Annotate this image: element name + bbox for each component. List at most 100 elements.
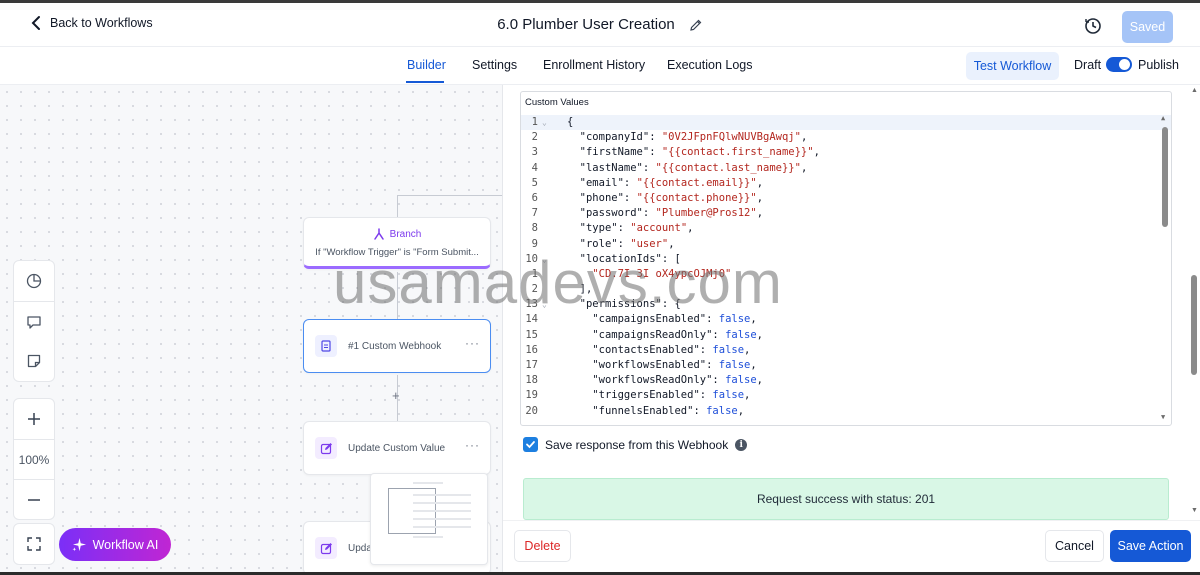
comment-tool[interactable] bbox=[14, 301, 54, 341]
scroll-up-icon[interactable]: ▲ bbox=[1191, 87, 1198, 94]
custom-values-label: Custom Values bbox=[525, 97, 589, 108]
code-line: 6 "phone": "{{contact.phone}}", bbox=[521, 191, 1171, 206]
publish-toggle[interactable] bbox=[1106, 57, 1132, 72]
code-key: "funnelsEnabled" bbox=[592, 404, 694, 417]
save-response-checkbox[interactable] bbox=[523, 437, 538, 452]
code-token: { bbox=[674, 298, 681, 311]
more-options-icon[interactable]: ··· bbox=[465, 336, 480, 350]
timeline-tool[interactable] bbox=[14, 261, 54, 301]
scroll-down-icon[interactable]: ▼ bbox=[1161, 413, 1165, 421]
save-action-button[interactable]: Save Action bbox=[1110, 530, 1191, 562]
code-line: 16 "contactsEnabled": false, bbox=[521, 343, 1171, 358]
info-icon[interactable]: i bbox=[735, 438, 748, 451]
code-token: [ bbox=[674, 252, 681, 265]
update-custom-value-node[interactable]: Update Custom Value ··· bbox=[303, 421, 491, 475]
action-panel: Custom Values 1 ⌄ { 2 "companyId": "0V2JFp… bbox=[502, 85, 1200, 572]
sticky-note-tool[interactable] bbox=[14, 341, 54, 381]
code-boolean: false bbox=[725, 374, 757, 387]
node-label: Upda bbox=[348, 543, 372, 554]
branch-icon bbox=[373, 228, 384, 240]
active-tab-indicator bbox=[406, 81, 444, 83]
editor-scrollbar[interactable]: ▲ ▼ bbox=[1160, 115, 1170, 425]
line-number: 19 bbox=[525, 389, 538, 402]
edit-icon bbox=[315, 437, 337, 459]
zoom-level: 100% bbox=[14, 439, 54, 479]
custom-values-field[interactable]: Custom Values 1 ⌄ { 2 "companyId": "0V2JFp… bbox=[520, 91, 1172, 426]
code-string: "{{contact.first_name}}" bbox=[661, 146, 814, 159]
scroll-down-icon[interactable]: ▼ bbox=[1191, 507, 1198, 514]
minimap[interactable] bbox=[370, 473, 488, 565]
cancel-button[interactable]: Cancel bbox=[1045, 530, 1104, 562]
save-response-option[interactable]: Save response from this Webhook i bbox=[523, 437, 748, 452]
code-string: "0V2JFpnFQlwNUVBgAwqj" bbox=[661, 131, 801, 144]
tab-execution-logs[interactable]: Execution Logs bbox=[667, 58, 752, 72]
workflow-ai-button[interactable]: Workflow AI bbox=[59, 528, 171, 561]
code-key: "companyId" bbox=[579, 131, 650, 144]
line-number: 3 bbox=[531, 146, 538, 159]
zoom-out-button[interactable] bbox=[14, 479, 54, 519]
zoom-controls: 100% bbox=[13, 398, 55, 520]
editor-scroll-thumb[interactable] bbox=[1162, 127, 1168, 227]
code-line: 8 "type": "account", bbox=[521, 221, 1171, 236]
test-workflow-button[interactable]: Test Workflow bbox=[966, 52, 1059, 80]
panel-scrollbar[interactable]: ▲ ▼ bbox=[1188, 85, 1200, 520]
line-number: 16 bbox=[525, 343, 538, 356]
branch-node[interactable]: Branch If "Workflow Trigger" is "Form Su… bbox=[303, 217, 491, 269]
code-line: 4 "lastName": "{{contact.last_name}}", bbox=[521, 161, 1171, 176]
pencil-icon[interactable] bbox=[689, 18, 703, 32]
pie-chart-icon bbox=[26, 273, 42, 289]
save-response-label: Save response from this Webhook bbox=[545, 437, 729, 452]
code-key: "permissions" bbox=[579, 298, 662, 311]
json-editor[interactable]: 1 ⌄ { 2 "companyId": "0V2JFpnFQlwNUVBgAwqj… bbox=[521, 115, 1171, 426]
branch-condition: If "Workflow Trigger" is "Form Submit... bbox=[315, 247, 479, 258]
back-to-workflows-link[interactable]: Back to Workflows bbox=[30, 15, 153, 31]
history-icon[interactable] bbox=[1083, 16, 1103, 36]
line-number: 8 bbox=[531, 222, 538, 235]
code-token: { bbox=[567, 116, 574, 128]
tab-settings[interactable]: Settings bbox=[472, 58, 517, 72]
line-number: 4 bbox=[531, 161, 538, 174]
fold-icon: ⌄ bbox=[542, 300, 547, 310]
delete-button[interactable]: Delete bbox=[514, 530, 571, 562]
custom-webhook-node[interactable]: #1 Custom Webhook ··· bbox=[303, 319, 491, 373]
code-line: 3 "firstName": "{{contact.first_name}}", bbox=[521, 145, 1171, 160]
line-number: 9 bbox=[531, 237, 538, 250]
code-line: 10 ⌄ "locationIds": [ bbox=[521, 252, 1171, 267]
footer-divider bbox=[503, 520, 1200, 521]
tab-enrollment-history[interactable]: Enrollment History bbox=[543, 58, 645, 72]
zoom-in-button[interactable] bbox=[14, 399, 54, 439]
code-string: "user" bbox=[630, 237, 669, 250]
code-key: "triggersEnabled" bbox=[592, 389, 700, 402]
code-boolean: false bbox=[712, 389, 745, 402]
code-key: "locationIds" bbox=[579, 252, 662, 265]
line-number: 2 bbox=[531, 131, 538, 144]
code-line: 17 "workflowsEnabled": false, bbox=[521, 358, 1171, 373]
line-number: 15 bbox=[525, 328, 538, 341]
code-string: "{{contact.email}}" bbox=[636, 176, 757, 189]
minimap-node bbox=[413, 526, 471, 528]
line-number: 20 bbox=[525, 404, 538, 417]
code-boolean: false bbox=[718, 313, 751, 326]
line-number: 5 bbox=[531, 176, 538, 189]
code-key: "firstName" bbox=[579, 146, 650, 159]
fit-view-button[interactable] bbox=[14, 524, 54, 564]
code-key: "role" bbox=[579, 237, 618, 250]
minus-icon bbox=[28, 498, 40, 501]
more-options-icon[interactable]: ··· bbox=[465, 438, 480, 452]
scroll-up-icon[interactable]: ▲ bbox=[1161, 115, 1165, 122]
workflow-canvas[interactable]: Branch If "Workflow Trigger" is "Form Su… bbox=[0, 85, 502, 572]
node-label: #1 Custom Webhook bbox=[348, 341, 442, 352]
tab-builder[interactable]: Builder bbox=[407, 58, 446, 72]
add-step-plus-icon[interactable]: + bbox=[392, 388, 400, 403]
code-line: 7 "password": "Plumber@Pros12", bbox=[521, 206, 1171, 221]
comment-icon bbox=[27, 315, 41, 329]
connector-line bbox=[397, 195, 502, 196]
plus-icon bbox=[28, 413, 40, 425]
panel-scroll-thumb[interactable] bbox=[1191, 275, 1197, 375]
code-token: ], bbox=[579, 283, 593, 296]
saved-button[interactable]: Saved bbox=[1122, 11, 1173, 43]
code-key: "contactsEnabled" bbox=[592, 343, 700, 356]
code-boolean: false bbox=[718, 359, 751, 371]
code-key: "campaignsReadOnly" bbox=[592, 328, 713, 341]
code-line: 13 ⌄ "permissions": { bbox=[521, 297, 1171, 312]
